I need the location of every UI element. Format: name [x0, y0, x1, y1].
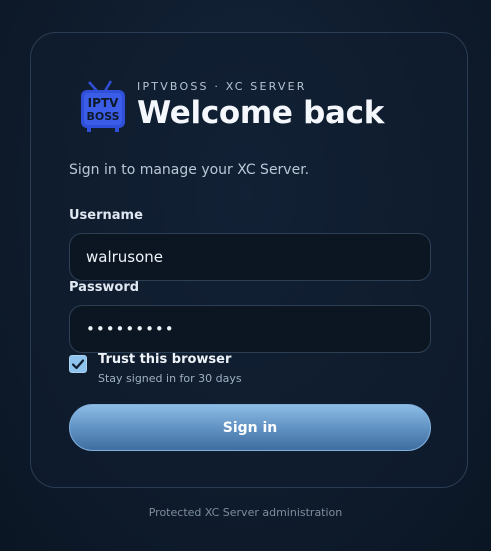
footer-note: Protected XC Server administration	[148, 506, 343, 519]
logo-text-bottom: BOSS	[86, 110, 119, 123]
username-field[interactable]	[69, 233, 431, 281]
checkmark-icon	[71, 359, 85, 370]
page-title: Welcome back	[137, 95, 385, 131]
page-subtitle: Sign in to manage your XC Server.	[69, 162, 310, 178]
trust-browser-hint: Stay signed in for 30 days	[98, 372, 242, 385]
trust-browser-label[interactable]: Trust this browser	[98, 352, 231, 367]
eyebrow-label: IPTVBOSS · XC SERVER	[137, 80, 307, 93]
password-field[interactable]	[69, 305, 431, 353]
login-card: IPTV BOSS IPTVBOSS · XC SERVER Welcome b…	[30, 32, 468, 488]
password-label: Password	[69, 280, 140, 295]
sign-in-button[interactable]: Sign in	[69, 404, 431, 451]
logo-text-top: IPTV	[88, 96, 119, 110]
username-label: Username	[69, 208, 143, 223]
iptvboss-logo-icon: IPTV BOSS	[79, 79, 131, 135]
trust-browser-checkbox[interactable]	[69, 355, 87, 373]
